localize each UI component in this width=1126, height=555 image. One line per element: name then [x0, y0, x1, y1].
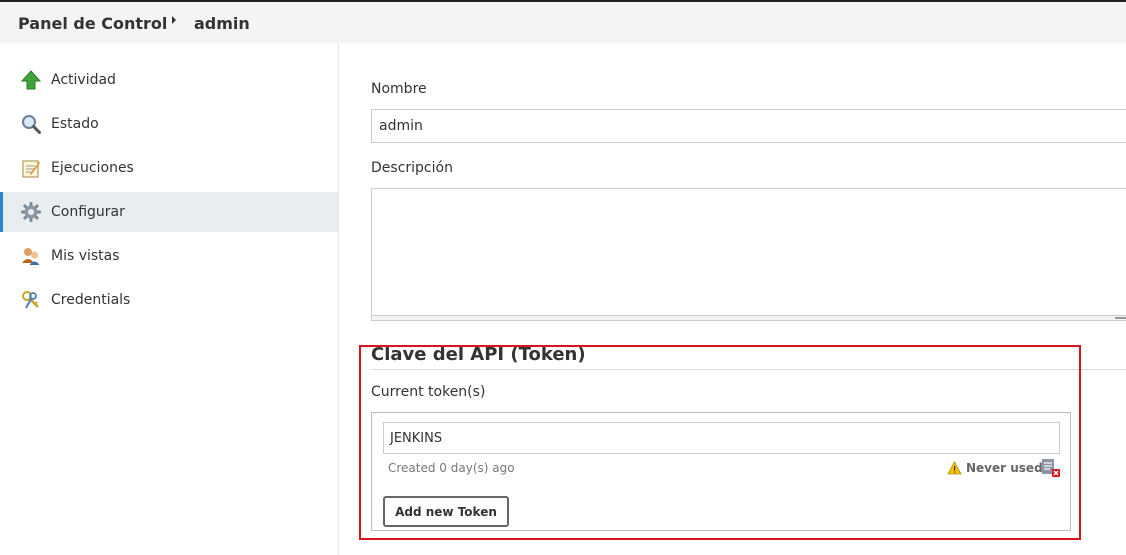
revoke-token-icon[interactable] [1041, 458, 1061, 478]
sidebar-item-actividad[interactable]: Actividad [0, 60, 338, 100]
sidebar-item-credentials[interactable]: Credentials [0, 280, 338, 320]
sidebar-item-label: Mis vistas [51, 248, 120, 264]
chevron-right-icon [172, 16, 176, 24]
breadcrumb: Panel de Control admin [0, 0, 1126, 43]
resize-grip-icon[interactable] [1115, 317, 1126, 319]
up-arrow-icon [20, 69, 42, 91]
warning-icon [947, 461, 962, 475]
configure-form: Nombre admin Descripción Clave del API (… [340, 43, 1126, 555]
sidebar-item-label: Credentials [51, 292, 131, 308]
sidebar-item-ejecuciones[interactable]: Ejecuciones [0, 148, 338, 188]
sidebar-item-configurar[interactable]: Configurar [0, 192, 338, 232]
breadcrumb-home-link[interactable]: Panel de Control [18, 14, 167, 33]
name-input[interactable]: admin [371, 109, 1126, 143]
textarea-resize-bar[interactable] [371, 316, 1126, 321]
api-token-title: Clave del API (Token) [371, 344, 586, 365]
token-usage-status: Never used [947, 461, 1043, 475]
token-created-text: Created 0 day(s) ago [388, 461, 515, 475]
current-tokens-label: Current token(s) [371, 384, 486, 400]
gear-icon [20, 201, 42, 223]
sidebar-item-label: Configurar [51, 204, 125, 220]
breadcrumb-user-link[interactable]: admin [194, 14, 250, 33]
sidebar-item-estado[interactable]: Estado [0, 104, 338, 144]
section-divider [371, 369, 1126, 370]
sidebar-item-mis-vistas[interactable]: Mis vistas [0, 236, 338, 276]
description-textarea[interactable] [371, 188, 1126, 316]
token-name-field[interactable]: JENKINS [383, 422, 1060, 454]
description-label: Descripción [371, 160, 453, 176]
magnifier-icon [20, 113, 42, 135]
users-icon [20, 245, 42, 267]
sidebar-item-label: Actividad [51, 72, 116, 88]
token-status-label: Never used [966, 461, 1043, 475]
notepad-icon [20, 157, 42, 179]
name-label: Nombre [371, 81, 427, 97]
sidebar-item-label: Ejecuciones [51, 160, 134, 176]
add-new-token-button[interactable]: Add new Token [383, 496, 509, 527]
token-list: JENKINS Created 0 day(s) ago Never used … [371, 412, 1071, 531]
sidebar: Actividad Estado Ejecuciones Configurar … [0, 43, 339, 555]
keys-icon [20, 289, 42, 311]
sidebar-item-label: Estado [51, 116, 99, 132]
